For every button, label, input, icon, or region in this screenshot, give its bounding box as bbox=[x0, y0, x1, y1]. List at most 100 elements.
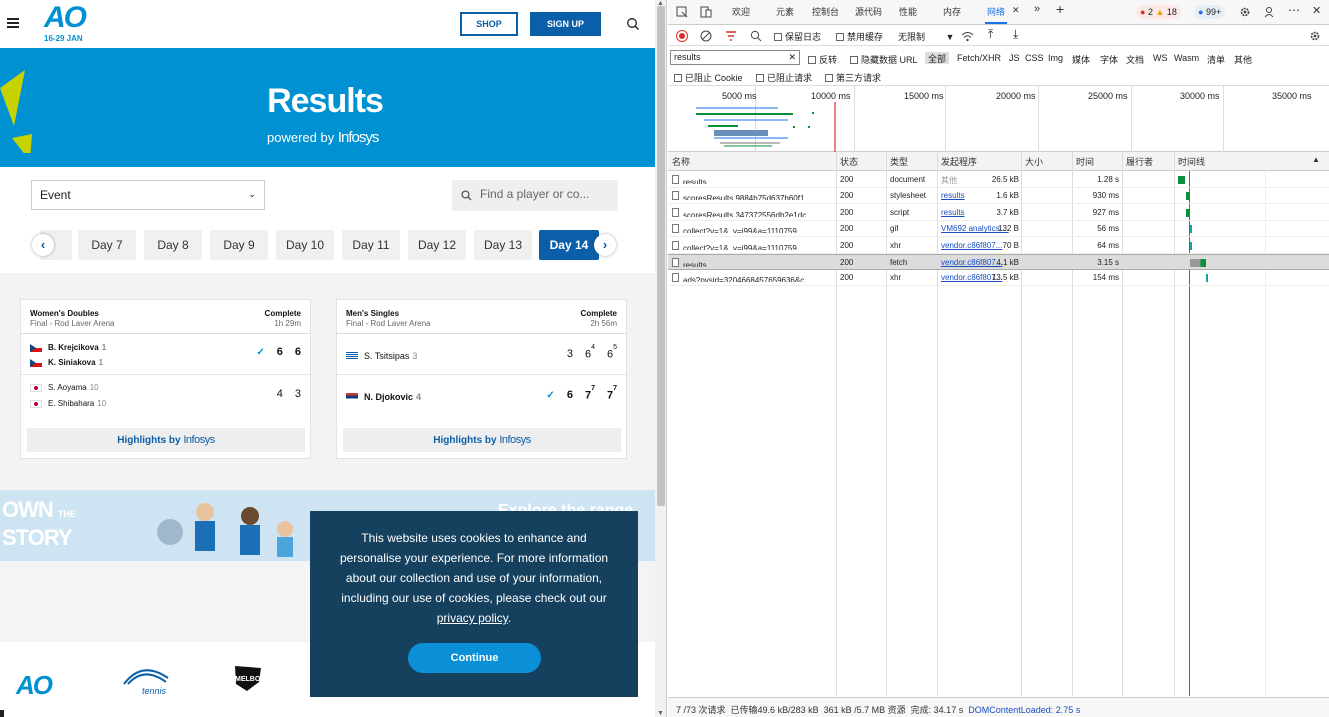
tab-day-13[interactable]: Day 13 bbox=[474, 230, 532, 260]
tab-day-9[interactable]: Day 9 bbox=[210, 230, 268, 260]
blocked-cookies-checkbox[interactable]: 已阻止 Cookie bbox=[674, 71, 743, 84]
player[interactable]: B. Krejcikova 1 bbox=[30, 343, 106, 352]
settings-gear-icon[interactable] bbox=[1239, 6, 1251, 18]
customize-icon[interactable] bbox=[1264, 6, 1276, 18]
errors-badge[interactable]: ● 2 ▲ 18 bbox=[1136, 5, 1181, 19]
tennis-australia-logo[interactable]: tennis bbox=[122, 666, 170, 696]
shop-button[interactable]: SHOP bbox=[460, 12, 518, 36]
highlights-button[interactable]: Highlights by Infosys bbox=[27, 428, 305, 452]
sort-ascending-icon[interactable]: ▲ bbox=[1312, 155, 1320, 164]
request-row[interactable]: results 200 document 其他 26.5 kB 1.28 s bbox=[668, 172, 1329, 188]
clear-icon[interactable] bbox=[700, 30, 712, 42]
filter-font[interactable]: 字体 bbox=[1100, 53, 1118, 66]
column-status[interactable]: 状态 bbox=[840, 155, 858, 168]
import-har-icon[interactable]: ⤒ bbox=[988, 27, 993, 42]
page-scrollbar[interactable]: ▲ ▼ bbox=[655, 0, 667, 717]
filter-fetch-xhr[interactable]: Fetch/XHR bbox=[957, 53, 1001, 63]
filter-input[interactable]: results ✕ bbox=[670, 50, 800, 65]
tab-day-12[interactable]: Day 12 bbox=[408, 230, 466, 260]
filter-icon[interactable] bbox=[725, 30, 737, 42]
privacy-policy-link[interactable]: privacy policy bbox=[437, 611, 508, 625]
messages-badge[interactable]: ● 99+ bbox=[1194, 5, 1226, 19]
tab-day-14[interactable]: Day 14 bbox=[539, 230, 599, 260]
tab-network[interactable]: 网络 bbox=[984, 5, 1008, 24]
tab-day-10[interactable]: Day 10 bbox=[276, 230, 334, 260]
scrollbar-thumb[interactable] bbox=[657, 6, 665, 506]
player[interactable]: N. Djokovic 4 bbox=[346, 392, 421, 402]
third-party-checkbox[interactable]: 第三方请求 bbox=[825, 71, 881, 84]
preserve-log-checkbox[interactable]: 保留日志 bbox=[774, 30, 821, 43]
inspect-element-icon[interactable] bbox=[676, 6, 688, 18]
column-initiator[interactable]: 发起程序 bbox=[941, 155, 977, 168]
request-row[interactable]: scoresResults.347372556db2e1dc... 200 scri… bbox=[668, 205, 1329, 221]
filter-wasm[interactable]: Wasm bbox=[1174, 53, 1199, 63]
network-settings-gear-icon[interactable] bbox=[1309, 30, 1321, 42]
tab-performance[interactable]: 性能 bbox=[899, 5, 917, 18]
tab-welcome[interactable]: 欢迎 bbox=[732, 5, 750, 18]
filter-other[interactable]: 其他 bbox=[1234, 53, 1252, 66]
chevron-right-icon[interactable]: › bbox=[594, 234, 616, 256]
invert-checkbox[interactable]: 反转 bbox=[808, 53, 837, 66]
network-overview[interactable]: 5000 ms 10000 ms 15000 ms 20000 ms 25000… bbox=[668, 86, 1329, 152]
match-card-mens-singles[interactable]: Men's Singles Final - Rod Laver Arena Co… bbox=[336, 299, 627, 459]
filter-js[interactable]: JS bbox=[1009, 53, 1020, 63]
column-name[interactable]: 名称 bbox=[672, 155, 690, 168]
request-row[interactable]: ads?pvsid=3204668457659636&c... 200 xhr ven… bbox=[668, 270, 1329, 287]
tab-day-7[interactable]: Day 7 bbox=[78, 230, 136, 260]
player[interactable]: K. Siniakova 1 bbox=[30, 358, 103, 367]
request-row[interactable]: scoresResults.9884b75d637b60f1... 200 styl… bbox=[668, 188, 1329, 205]
ao-logo[interactable]: AO 16-29 JAN bbox=[44, 3, 87, 44]
tab-day-11[interactable]: Day 11 bbox=[342, 230, 400, 260]
filter-ws[interactable]: WS bbox=[1153, 53, 1168, 63]
close-tab-icon[interactable]: ✕ bbox=[1012, 5, 1020, 16]
column-waterfall[interactable]: 时间线 bbox=[1178, 155, 1205, 168]
add-tab-icon[interactable]: + bbox=[1056, 1, 1064, 17]
column-fulfilled-by[interactable]: 履行者 bbox=[1126, 155, 1153, 168]
column-type[interactable]: 类型 bbox=[890, 155, 908, 168]
tab-sources[interactable]: 源代码 bbox=[855, 5, 882, 18]
signup-button[interactable]: SIGN UP bbox=[530, 12, 601, 36]
request-row[interactable]: collect?v=1&_v=j99&a=1110759... 200 xhr ven… bbox=[668, 238, 1329, 254]
more-tabs-icon[interactable]: » bbox=[1034, 3, 1040, 15]
chevron-left-icon[interactable]: ‹ bbox=[32, 234, 54, 256]
tab-console[interactable]: 控制台 bbox=[812, 5, 839, 18]
search-icon[interactable] bbox=[626, 17, 640, 31]
column-time[interactable]: 时间 bbox=[1076, 155, 1094, 168]
filter-img[interactable]: Img bbox=[1048, 53, 1063, 63]
column-size[interactable]: 大小 bbox=[1025, 155, 1043, 168]
clear-filter-icon[interactable]: ✕ bbox=[788, 52, 796, 63]
tab-memory[interactable]: 内存 bbox=[943, 5, 961, 18]
event-dropdown[interactable]: Event ⌄ bbox=[31, 180, 265, 210]
more-options-icon[interactable]: ⋯ bbox=[1288, 3, 1300, 17]
export-har-icon[interactable]: ⤓ bbox=[1013, 27, 1018, 42]
blocked-requests-checkbox[interactable]: 已阻止请求 bbox=[756, 71, 812, 84]
player[interactable]: S. Tsitsipas 3 bbox=[346, 351, 417, 361]
record-icon[interactable] bbox=[676, 30, 688, 42]
throttle-select[interactable]: 无限制 ▼ bbox=[898, 30, 954, 43]
hide-data-urls-checkbox[interactable]: 隐藏数据 URL bbox=[850, 53, 918, 66]
request-row[interactable]: results 200 fetch vendor.c86f807... 4.1 kB 3.… bbox=[668, 254, 1329, 270]
match-card-womens-doubles[interactable]: Women's Doubles Final - Rod Laver Arena … bbox=[20, 299, 311, 459]
continue-button[interactable]: Continue bbox=[408, 643, 541, 673]
ao-footer-logo[interactable]: AO bbox=[16, 670, 53, 701]
device-toolbar-icon[interactable] bbox=[700, 6, 712, 18]
player[interactable]: S. Aoyama 10 bbox=[30, 383, 99, 392]
visit-melbourne-logo[interactable]: MELBOURNE bbox=[233, 664, 280, 691]
filter-media[interactable]: 媒体 bbox=[1072, 53, 1090, 66]
filter-manifest[interactable]: 清单 bbox=[1207, 53, 1225, 66]
tab-elements[interactable]: 元素 bbox=[776, 5, 794, 18]
player-search-input[interactable]: Find a player or co... bbox=[452, 180, 618, 211]
scroll-down-icon[interactable]: ▼ bbox=[657, 710, 664, 717]
highlights-button[interactable]: Highlights by Infosys bbox=[343, 428, 621, 452]
filter-all[interactable]: 全部 bbox=[925, 52, 950, 64]
filter-doc[interactable]: 文档 bbox=[1126, 53, 1144, 66]
close-devtools-icon[interactable]: ✕ bbox=[1312, 4, 1321, 17]
search-icon[interactable] bbox=[750, 30, 762, 42]
disable-cache-checkbox[interactable]: 禁用缓存 bbox=[836, 30, 883, 43]
player[interactable]: E. Shibahara 10 bbox=[30, 399, 106, 408]
filter-css[interactable]: CSS bbox=[1025, 53, 1044, 63]
request-row[interactable]: collect?v=1&_v=j99&a=1110759... 200 gif VM6… bbox=[668, 221, 1329, 238]
network-conditions-icon[interactable] bbox=[961, 30, 974, 42]
hamburger-menu-icon[interactable] bbox=[7, 18, 19, 28]
tab-day-8[interactable]: Day 8 bbox=[144, 230, 202, 260]
